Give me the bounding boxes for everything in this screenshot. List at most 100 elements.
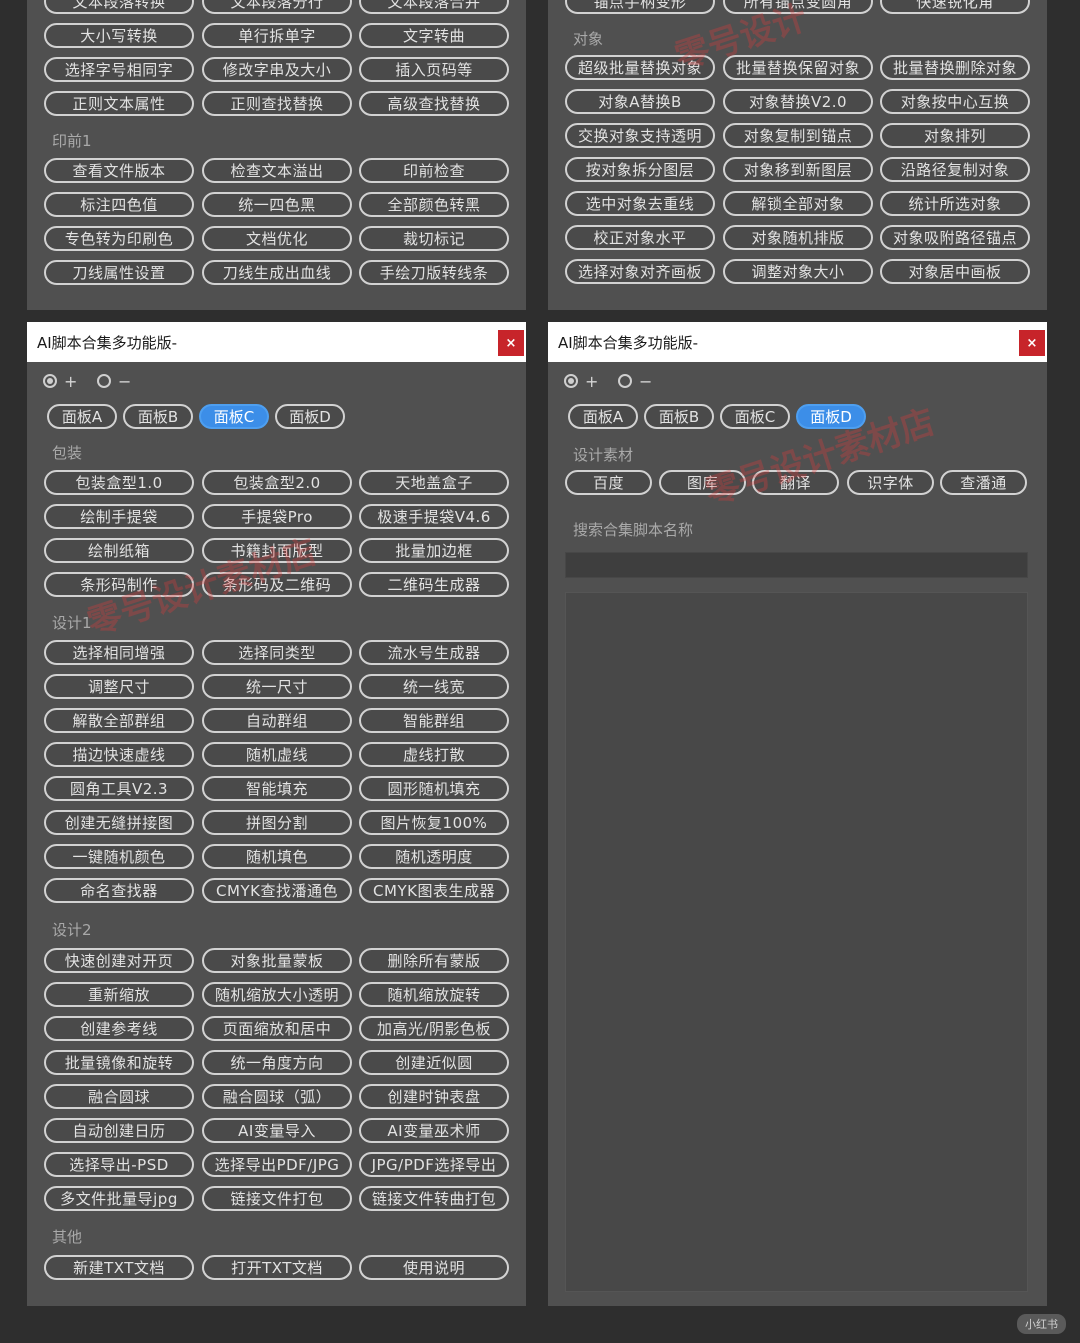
script-button[interactable]: 天地盖盒子 — [359, 470, 509, 495]
tab-panel-d[interactable]: 面板D — [796, 404, 866, 429]
script-button[interactable]: 文字转曲 — [359, 23, 509, 48]
script-button[interactable]: 裁切标记 — [359, 226, 509, 251]
radio-minus[interactable]: − — [618, 372, 652, 391]
script-button[interactable]: 超级批量替换对象 — [565, 55, 715, 80]
tab-panel-c[interactable]: 面板C — [720, 404, 790, 429]
script-button[interactable]: 绘制纸箱 — [44, 538, 194, 563]
script-button[interactable]: 对象替换V2.0 — [723, 89, 873, 114]
script-button[interactable]: 统计所选对象 — [880, 191, 1030, 216]
asset-link-button[interactable]: 识字体 — [847, 470, 934, 495]
script-button[interactable]: 图片恢复100% — [359, 810, 509, 835]
script-button[interactable]: 条形码及二维码 — [202, 572, 352, 597]
script-button[interactable]: 统一角度方向 — [202, 1050, 352, 1075]
script-button[interactable]: JPG/PDF选择导出 — [359, 1152, 509, 1177]
script-button[interactable]: 解锁全部对象 — [723, 191, 873, 216]
script-button[interactable]: 文本段落合并 — [359, 0, 509, 14]
script-button[interactable]: 交换对象支持透明 — [565, 123, 715, 148]
asset-link-button[interactable]: 百度 — [565, 470, 652, 495]
script-button[interactable]: 自动创建日历 — [44, 1118, 194, 1143]
script-button[interactable]: 随机虚线 — [202, 742, 352, 767]
script-button[interactable]: 刀线属性设置 — [44, 260, 194, 285]
script-button[interactable]: 重新缩放 — [44, 982, 194, 1007]
script-button[interactable]: 一键随机颜色 — [44, 844, 194, 869]
script-button[interactable]: 多文件批量导jpg — [44, 1186, 194, 1211]
script-button[interactable]: 自动群组 — [202, 708, 352, 733]
script-button[interactable]: AI变量导入 — [202, 1118, 352, 1143]
script-button[interactable]: 批量加边框 — [359, 538, 509, 563]
close-icon[interactable]: × — [498, 330, 524, 356]
script-button[interactable]: 对象随机排版 — [723, 225, 873, 250]
script-button[interactable]: 对象排列 — [880, 123, 1030, 148]
script-button[interactable]: 查看文件版本 — [44, 158, 194, 183]
script-button[interactable]: 智能群组 — [359, 708, 509, 733]
script-button[interactable]: 刀线生成出血线 — [202, 260, 352, 285]
script-button[interactable]: 随机填色 — [202, 844, 352, 869]
script-button[interactable]: 沿路径复制对象 — [880, 157, 1030, 182]
script-button[interactable]: 全部颜色转黑 — [359, 192, 509, 217]
script-button[interactable]: 链接文件转曲打包 — [359, 1186, 509, 1211]
script-button[interactable]: 融合圆球（弧） — [202, 1084, 352, 1109]
radio-plus[interactable]: + — [564, 372, 598, 391]
script-button[interactable]: 智能填充 — [202, 776, 352, 801]
script-button[interactable]: 所有锚点变圆角 — [723, 0, 873, 14]
script-button[interactable]: 虚线打散 — [359, 742, 509, 767]
script-button[interactable]: 绘制手提袋 — [44, 504, 194, 529]
script-button[interactable]: 调整尺寸 — [44, 674, 194, 699]
script-button[interactable]: 流水号生成器 — [359, 640, 509, 665]
script-button[interactable]: 包装盒型2.0 — [202, 470, 352, 495]
script-button[interactable]: CMYK图表生成器 — [359, 878, 509, 903]
right-panel-titlebar[interactable]: AI脚本合集多功能版- × — [548, 322, 1047, 362]
tab-panel-c[interactable]: 面板C — [199, 404, 269, 429]
script-button[interactable]: 单行拆单字 — [202, 23, 352, 48]
close-icon[interactable]: × — [1019, 330, 1045, 356]
script-button[interactable]: 插入页码等 — [359, 57, 509, 82]
script-button[interactable]: 页面缩放和居中 — [202, 1016, 352, 1041]
script-button[interactable]: 选择同类型 — [202, 640, 352, 665]
script-button[interactable]: 对象移到新图层 — [723, 157, 873, 182]
script-button[interactable]: 修改字串及大小 — [202, 57, 352, 82]
script-button[interactable]: 使用说明 — [359, 1255, 509, 1280]
script-button[interactable]: 统一线宽 — [359, 674, 509, 699]
script-button[interactable]: 对象A替换B — [565, 89, 715, 114]
script-button[interactable]: 二维码生成器 — [359, 572, 509, 597]
script-button[interactable]: 选择导出PDF/JPG — [202, 1152, 352, 1177]
script-button[interactable]: 选择对象对齐画板 — [565, 259, 715, 284]
script-button[interactable]: AI变量巫术师 — [359, 1118, 509, 1143]
script-button[interactable]: 加高光/阴影色板 — [359, 1016, 509, 1041]
script-button[interactable]: 选择字号相同字 — [44, 57, 194, 82]
script-button[interactable]: 创建参考线 — [44, 1016, 194, 1041]
script-button[interactable]: 文本段落转换 — [44, 0, 194, 14]
script-button[interactable]: 手提袋Pro — [202, 504, 352, 529]
script-button[interactable]: CMYK查找潘通色 — [202, 878, 352, 903]
script-button[interactable]: 创建时钟表盘 — [359, 1084, 509, 1109]
tab-panel-d[interactable]: 面板D — [275, 404, 345, 429]
script-button[interactable]: 文本段落分行 — [202, 0, 352, 14]
script-button[interactable]: 锚点手柄变形 — [565, 0, 715, 14]
script-button[interactable]: 文档优化 — [202, 226, 352, 251]
script-button[interactable]: 条形码制作 — [44, 572, 194, 597]
script-button[interactable]: 批量替换保留对象 — [723, 55, 873, 80]
script-button[interactable]: 链接文件打包 — [202, 1186, 352, 1211]
script-button[interactable]: 专色转为印刷色 — [44, 226, 194, 251]
script-button[interactable]: 对象批量蒙板 — [202, 948, 352, 973]
asset-link-button[interactable]: 图库 — [659, 470, 746, 495]
tab-panel-a[interactable]: 面板A — [568, 404, 638, 429]
left-panel-titlebar[interactable]: AI脚本合集多功能版- × — [27, 322, 526, 362]
script-button[interactable]: 选中对象去重线 — [565, 191, 715, 216]
script-button[interactable]: 正则查找替换 — [202, 91, 352, 116]
script-button[interactable]: 描边快速虚线 — [44, 742, 194, 767]
script-button[interactable]: 新建TXT文档 — [44, 1255, 194, 1280]
script-button[interactable]: 创建无缝拼接图 — [44, 810, 194, 835]
script-button[interactable]: 随机缩放大小透明 — [202, 982, 352, 1007]
tab-panel-b[interactable]: 面板B — [123, 404, 193, 429]
script-button[interactable]: 批量镜像和旋转 — [44, 1050, 194, 1075]
script-button[interactable]: 调整对象大小 — [723, 259, 873, 284]
script-button[interactable]: 书籍封面版型 — [202, 538, 352, 563]
script-button[interactable]: 校正对象水平 — [565, 225, 715, 250]
search-results-list[interactable] — [565, 592, 1028, 1292]
script-button[interactable]: 解散全部群组 — [44, 708, 194, 733]
search-input[interactable] — [565, 552, 1028, 578]
script-button[interactable]: 对象吸附路径锚点 — [880, 225, 1030, 250]
script-button[interactable]: 命名查找器 — [44, 878, 194, 903]
script-button[interactable]: 按对象拆分图层 — [565, 157, 715, 182]
